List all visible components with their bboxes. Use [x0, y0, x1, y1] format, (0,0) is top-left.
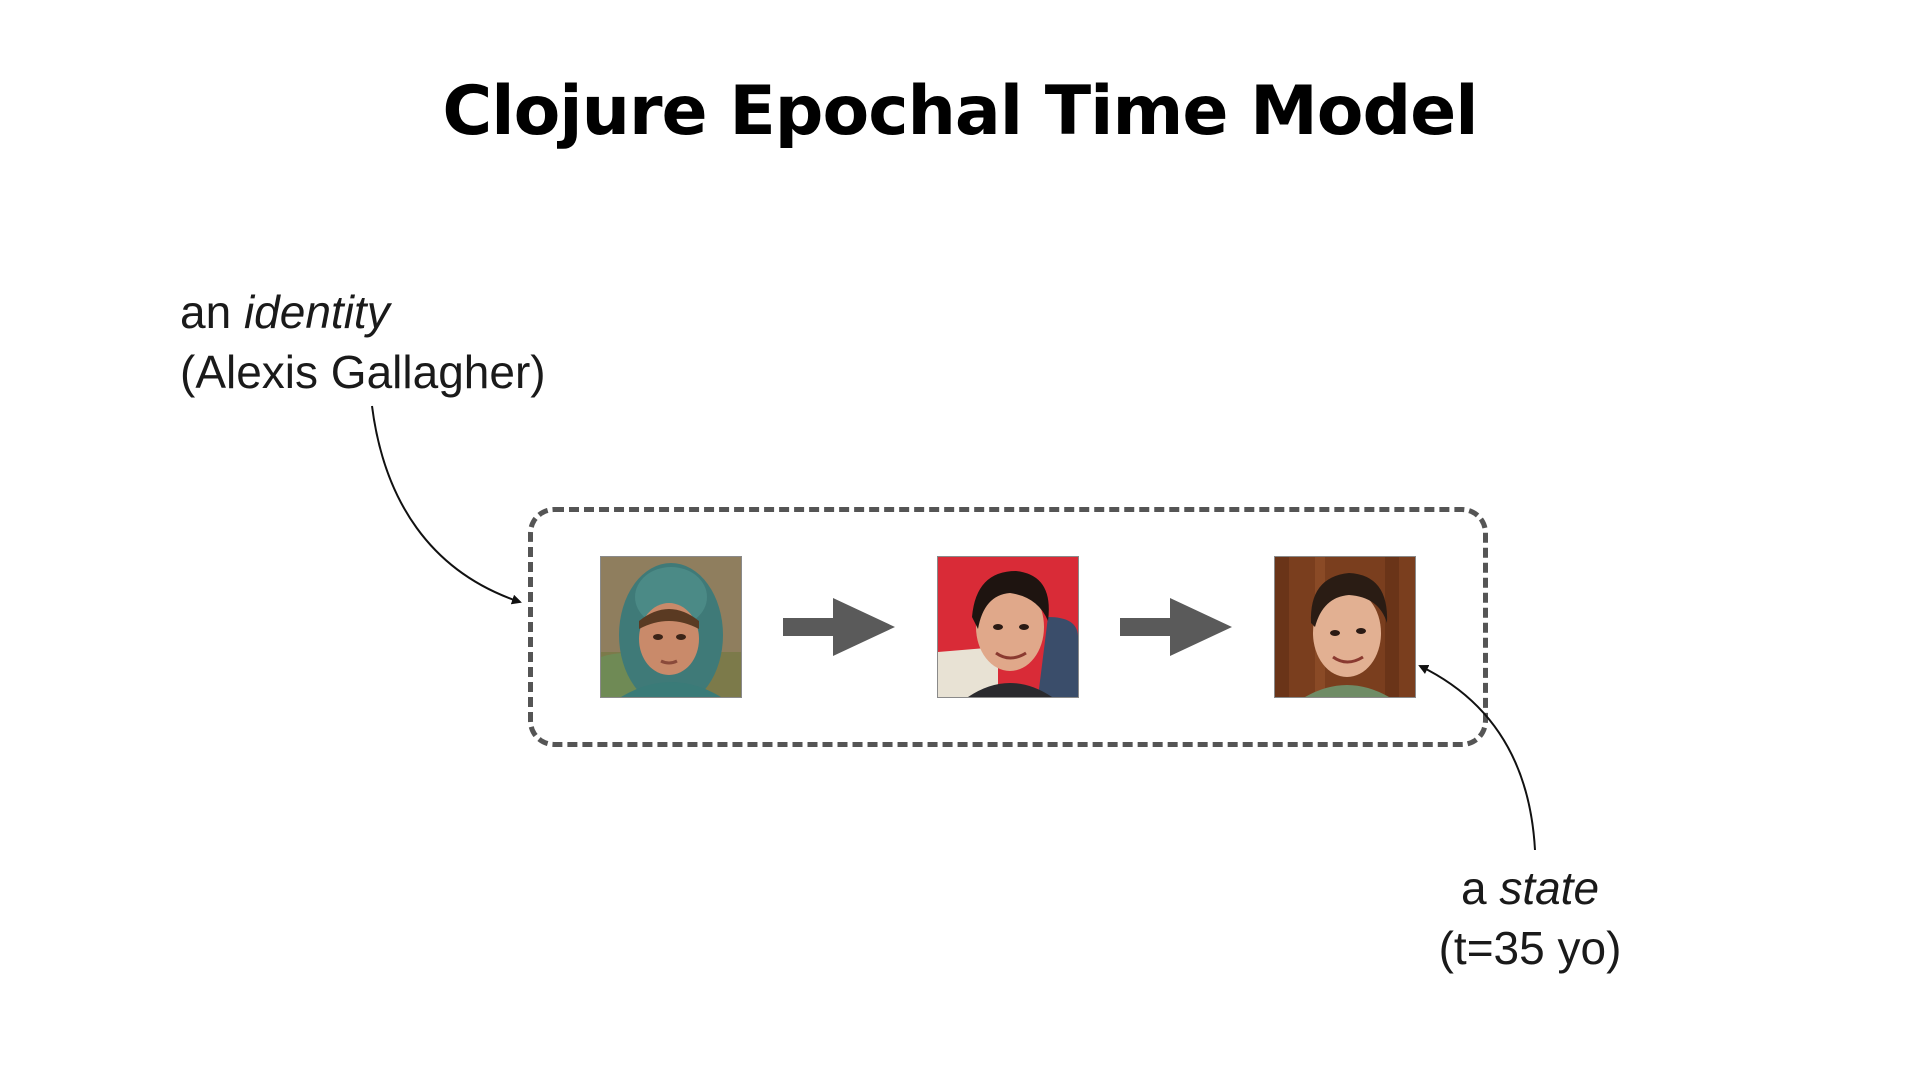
right-arrow-icon: [783, 598, 895, 656]
child-portrait-image: [601, 557, 741, 697]
state-label: a state (t=35 yo): [1380, 858, 1680, 978]
young-adult-portrait-image: [938, 557, 1078, 697]
identity-name: (Alexis Gallagher): [180, 346, 546, 398]
state-prefix: a: [1460, 862, 1500, 914]
state-label-line-1: a state: [1380, 858, 1680, 918]
adult-portrait-photo: [1274, 556, 1416, 698]
state-detail: (t=35 yo): [1438, 922, 1622, 974]
child-portrait-photo: [600, 556, 742, 698]
adult-portrait-image: [1275, 557, 1415, 697]
identity-label-line-1: an identity: [180, 282, 546, 342]
right-arrow-icon: [1120, 598, 1232, 656]
state-term: state: [1499, 862, 1600, 914]
identity-label: an identity (Alexis Gallagher): [180, 282, 546, 402]
identity-term: identity: [243, 286, 390, 338]
young-adult-portrait-photo: [937, 556, 1079, 698]
slide: Clojure Epochal Time Model an identity (…: [0, 0, 1920, 1080]
identity-prefix: an: [180, 286, 244, 338]
identity-callout-arrow: [371, 405, 522, 605]
slide-title: Clojure Epochal Time Model: [442, 72, 1478, 151]
